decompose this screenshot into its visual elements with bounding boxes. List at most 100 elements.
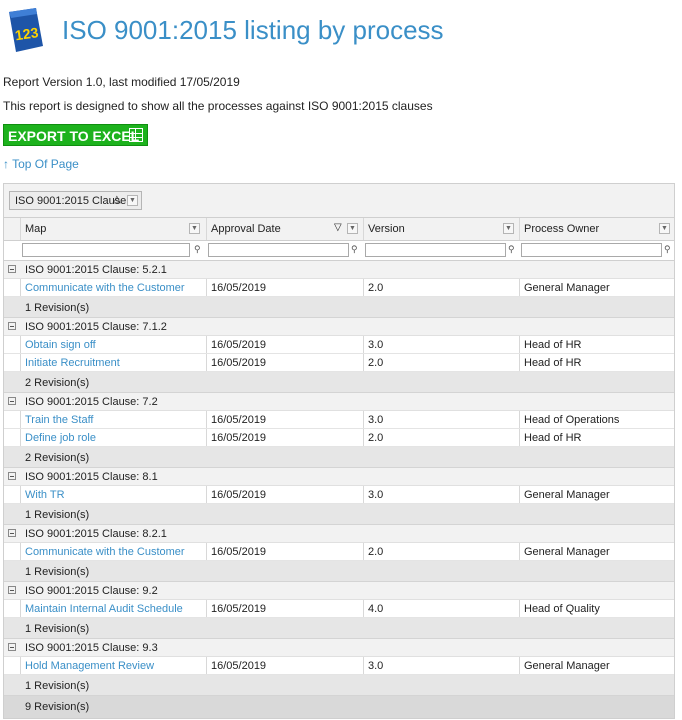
group-footer-row: 1 Revision(s) [4, 618, 674, 639]
table-row: Maintain Internal Audit Schedule 16/05/20… [4, 600, 674, 618]
cell-map[interactable]: Hold Management Review [20, 657, 206, 674]
cell-owner: Head of HR [519, 354, 674, 371]
filter-icon[interactable]: ⚲ [664, 244, 672, 254]
cell-date: 16/05/2019 [206, 657, 363, 674]
numbers-logo-icon: 123 [9, 8, 43, 52]
cell-map[interactable]: Communicate with the Customer [20, 543, 206, 560]
cell-map[interactable]: Define job role [20, 429, 206, 446]
collapse-icon[interactable] [8, 586, 16, 594]
cell-map[interactable]: Train the Staff [20, 411, 206, 428]
group-by-label: ISO 9001:2015 Clause [15, 195, 127, 207]
cell-owner: General Manager [519, 657, 674, 674]
group-footer-row: 1 Revision(s) [4, 561, 674, 582]
group-footer-row: 1 Revision(s) [4, 504, 674, 525]
cell-date: 16/05/2019 [206, 600, 363, 617]
grid-body: ISO 9001:2015 Clause: 5.2.1 Communicate w… [4, 261, 674, 696]
group-row: ISO 9001:2015 Clause: 8.1 [4, 468, 674, 486]
cell-date: 16/05/2019 [206, 336, 363, 353]
group-by-chip[interactable]: ISO 9001:2015 Clause △ ▼ [9, 191, 142, 210]
collapse-icon[interactable] [8, 529, 16, 537]
column-header-map[interactable]: Map ▼ [20, 218, 206, 240]
cell-version: 2.0 [363, 429, 519, 446]
group-footer-row: 2 Revision(s) [4, 372, 674, 393]
chevron-down-icon[interactable]: ▼ [127, 195, 138, 206]
approval-date-filter-input[interactable] [208, 243, 349, 257]
cell-owner: General Manager [519, 543, 674, 560]
group-revision-count: 1 Revision(s) [25, 566, 90, 578]
group-label: ISO 9001:2015 Clause: 7.1.2 [25, 321, 167, 333]
chevron-down-icon[interactable]: ▼ [659, 223, 670, 234]
cell-version: 3.0 [363, 411, 519, 428]
group-footer-row: 1 Revision(s) [4, 297, 674, 318]
report-grid: ISO 9001:2015 Clause △ ▼ Map ▼ Approval … [3, 183, 675, 719]
column-header-row: Map ▼ Approval Date ▽ ▼ Version ▼ Proces… [4, 218, 674, 241]
version-filter-input[interactable] [365, 243, 506, 257]
collapse-icon[interactable] [8, 322, 16, 330]
export-to-excel-button[interactable]: EXPORT TO EXCEL [3, 124, 148, 146]
column-header-approval-date[interactable]: Approval Date ▽ ▼ [206, 218, 363, 240]
group-revision-count: 1 Revision(s) [25, 509, 90, 521]
column-label: Process Owner [524, 223, 600, 235]
group-panel: ISO 9001:2015 Clause △ ▼ [4, 184, 674, 218]
cell-owner: Head of HR [519, 336, 674, 353]
group-row: ISO 9001:2015 Clause: 8.2.1 [4, 525, 674, 543]
collapse-icon[interactable] [8, 643, 16, 651]
group-label: ISO 9001:2015 Clause: 9.3 [25, 642, 158, 654]
column-label: Version [368, 223, 405, 235]
chevron-down-icon[interactable]: ▼ [189, 223, 200, 234]
table-row: Train the Staff 16/05/2019 3.0 Head of Oper… [4, 411, 674, 429]
column-header-process-owner[interactable]: Process Owner ▼ [519, 218, 674, 240]
filter-icon[interactable]: ⚲ [194, 244, 202, 254]
table-row: Define job role 16/05/2019 2.0 Head of HR [4, 429, 674, 447]
group-row: ISO 9001:2015 Clause: 5.2.1 [4, 261, 674, 279]
filter-icon[interactable]: ⚲ [351, 244, 359, 254]
column-label: Approval Date [211, 223, 281, 235]
table-row: Initiate Recruitment 16/05/2019 2.0 Head of… [4, 354, 674, 372]
cell-date: 16/05/2019 [206, 486, 363, 503]
table-row: Communicate with the Customer 16/05/2019 2… [4, 279, 674, 297]
collapse-icon[interactable] [8, 472, 16, 480]
group-revision-count: 1 Revision(s) [25, 623, 90, 635]
column-header-version[interactable]: Version ▼ [363, 218, 519, 240]
cell-date: 16/05/2019 [206, 543, 363, 560]
sort-ascending-icon[interactable]: △ [113, 194, 121, 205]
table-row: Communicate with the Customer 16/05/2019 2… [4, 543, 674, 561]
group-revision-count: 2 Revision(s) [25, 377, 90, 389]
cell-map[interactable]: With TR [20, 486, 206, 503]
filter-row: ⚲ ⚲ ⚲ ⚲ [4, 241, 674, 261]
cell-date: 16/05/2019 [206, 354, 363, 371]
cell-owner: Head of HR [519, 429, 674, 446]
filter-icon[interactable]: ⚲ [508, 244, 516, 254]
group-row: ISO 9001:2015 Clause: 9.3 [4, 639, 674, 657]
cell-map[interactable]: Obtain sign off [20, 336, 206, 353]
process-owner-filter-input[interactable] [521, 243, 662, 257]
cell-owner: General Manager [519, 486, 674, 503]
cell-map[interactable]: Initiate Recruitment [20, 354, 206, 371]
group-revision-count: 1 Revision(s) [25, 680, 90, 692]
logo-text: 123 [14, 24, 40, 43]
collapse-icon[interactable] [8, 265, 16, 273]
excel-icon [129, 128, 143, 142]
group-footer-row: 2 Revision(s) [4, 447, 674, 468]
cell-map[interactable]: Maintain Internal Audit Schedule [20, 600, 206, 617]
table-row: Obtain sign off 16/05/2019 3.0 Head of HR [4, 336, 674, 354]
cell-version: 3.0 [363, 486, 519, 503]
grand-total-row: 9 Revision(s) [4, 696, 674, 718]
report-version-text: Report Version 1.0, last modified 17/05/… [3, 75, 240, 89]
map-filter-input[interactable] [22, 243, 190, 257]
chevron-down-icon[interactable]: ▼ [503, 223, 514, 234]
cell-version: 3.0 [363, 657, 519, 674]
cell-date: 16/05/2019 [206, 279, 363, 296]
group-label: ISO 9001:2015 Clause: 8.1 [25, 471, 158, 483]
top-of-page-link[interactable]: ↑ Top Of Page [3, 157, 79, 171]
sort-descending-icon[interactable]: ▽ [334, 222, 342, 233]
cell-date: 16/05/2019 [206, 429, 363, 446]
column-label: Map [25, 223, 47, 235]
group-footer-row: 1 Revision(s) [4, 675, 674, 696]
collapse-icon[interactable] [8, 397, 16, 405]
report-description: This report is designed to show all the … [3, 99, 433, 113]
chevron-down-icon[interactable]: ▼ [347, 223, 358, 234]
cell-map[interactable]: Communicate with the Customer [20, 279, 206, 296]
group-label: ISO 9001:2015 Clause: 9.2 [25, 585, 158, 597]
cell-version: 4.0 [363, 600, 519, 617]
